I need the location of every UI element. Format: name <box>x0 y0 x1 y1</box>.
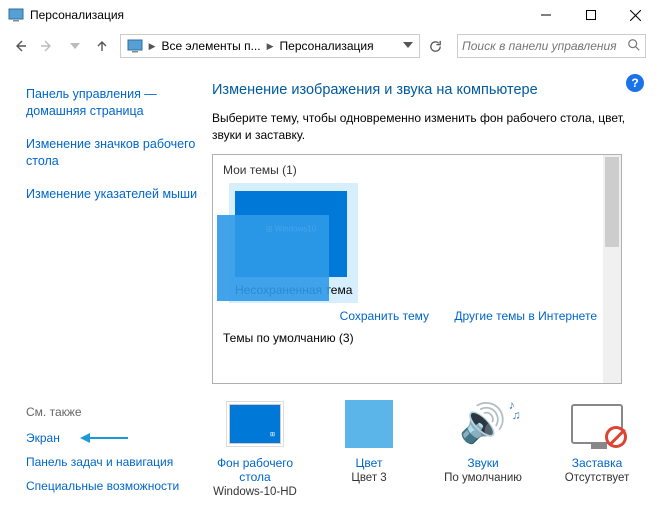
maximize-button[interactable] <box>568 1 613 29</box>
theme-actions: Сохранить тему Другие темы в Интернете <box>318 309 597 323</box>
taskbar-nav-link[interactable]: Панель задач и навигация <box>26 455 198 469</box>
theme-thumbnail: ⊞ Windows10 <box>235 191 347 277</box>
background-value: Windows-10-HD <box>212 486 298 498</box>
search-icon[interactable] <box>623 38 645 55</box>
ease-of-access-link[interactable]: Специальные возможности <box>26 479 198 493</box>
close-button[interactable] <box>613 1 658 29</box>
save-theme-link[interactable]: Сохранить тему <box>340 309 429 323</box>
page-heading: Изменение изображения и звука на компьют… <box>212 82 640 98</box>
up-button[interactable] <box>90 34 113 58</box>
search-input[interactable] <box>458 39 623 53</box>
color-icon <box>345 400 393 448</box>
sounds-label: Звуки <box>440 456 526 470</box>
more-themes-link[interactable]: Другие темы в Интернете <box>454 309 597 323</box>
location-icon <box>127 38 143 54</box>
scrollbar[interactable] <box>603 155 621 383</box>
mouse-pointers-link[interactable]: Изменение указателей мыши <box>26 186 198 203</box>
default-themes-header: Темы по умолчанию (3) <box>223 331 354 345</box>
main-content: Изменение изображения и звука на компьют… <box>212 62 658 513</box>
color-tile[interactable]: Цвет Цвет 3 <box>326 398 412 498</box>
breadcrumb-all-items[interactable]: Все элементы п... <box>158 35 265 57</box>
title-bar: Персонализация <box>0 0 658 30</box>
breadcrumb-dropdown[interactable] <box>399 39 417 53</box>
screensaver-tile[interactable]: Заставка Отсутствует <box>554 398 640 498</box>
search-box[interactable] <box>457 34 646 58</box>
background-tile[interactable]: ⊞ Фон рабочего стола Windows-10-HD <box>212 398 298 498</box>
refresh-button[interactable] <box>424 34 447 58</box>
scrollbar-thumb[interactable] <box>605 157 619 247</box>
my-themes-header: Мои темы (1) <box>223 163 621 177</box>
breadcrumb-personalization[interactable]: Персонализация <box>276 35 378 57</box>
background-icon: ⊞ <box>229 404 281 444</box>
recent-locations-button[interactable] <box>63 34 86 58</box>
page-subtext: Выберите тему, чтобы одновременно измени… <box>212 110 640 144</box>
display-link[interactable]: Экран <box>26 431 198 445</box>
color-label: Цвет <box>326 456 412 470</box>
app-icon <box>8 7 24 23</box>
window-title: Персонализация <box>30 8 523 22</box>
nav-bar: ▶ Все элементы п... ▶ Персонализация <box>0 30 658 62</box>
speaker-icon: 🔊♪♫ <box>459 402 506 446</box>
control-panel-home-link[interactable]: Панель управления — домашняя страница <box>26 86 198 120</box>
breadcrumb[interactable]: ▶ Все элементы п... ▶ Персонализация <box>120 34 420 58</box>
desktop-icons-link[interactable]: Изменение значков рабочего стола <box>26 136 198 170</box>
sidebar: Панель управления — домашняя страница Из… <box>0 62 212 513</box>
see-also-label: См. также <box>26 405 198 419</box>
chevron-right-icon[interactable]: ▶ <box>265 41 276 52</box>
back-button[interactable] <box>8 34 31 58</box>
settings-tiles: ⊞ Фон рабочего стола Windows-10-HD Цвет … <box>212 398 640 498</box>
sounds-tile[interactable]: 🔊♪♫ Звуки По умолчанию <box>440 398 526 498</box>
minimize-button[interactable] <box>523 1 568 29</box>
screensaver-label: Заставка <box>554 456 640 470</box>
sounds-value: По умолчанию <box>440 472 526 484</box>
color-value: Цвет 3 <box>326 472 412 484</box>
forward-button[interactable] <box>35 34 58 58</box>
themes-panel: Мои темы (1) ⊞ Windows10 Несохраненная т… <box>212 154 622 384</box>
monitor-icon <box>571 404 623 444</box>
background-label: Фон рабочего стола <box>212 456 298 484</box>
chevron-right-icon[interactable]: ▶ <box>147 41 158 52</box>
screensaver-value: Отсутствует <box>554 472 640 484</box>
theme-item[interactable]: ⊞ Windows10 Несохраненная тема <box>229 183 358 303</box>
disabled-icon <box>605 426 627 448</box>
